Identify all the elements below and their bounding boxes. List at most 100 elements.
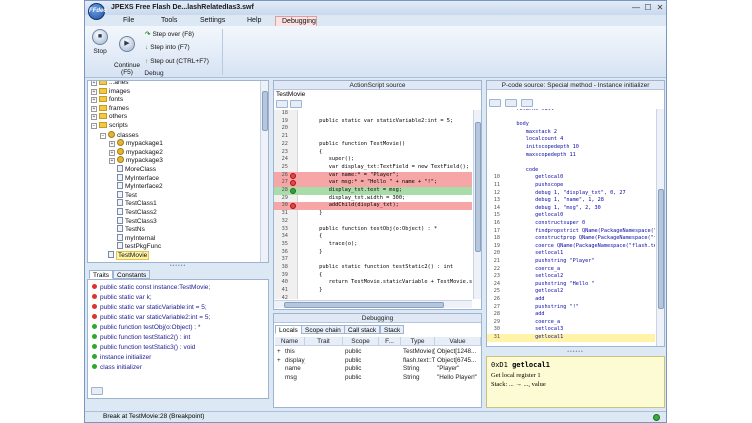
pcode-line[interactable]: 23 setlocal2	[487, 273, 655, 281]
actionscript-editor[interactable]: 18 19 public static var staticVariable2:i…	[274, 110, 472, 299]
tree-item[interactable]: + frames	[91, 104, 129, 114]
tab-constants[interactable]: Constants	[113, 270, 151, 279]
breakpoint-icon[interactable]	[290, 172, 296, 179]
pcode-line[interactable]: maxstack 2	[487, 129, 655, 137]
tree-scrollbar[interactable]	[260, 81, 268, 262]
step-over-button[interactable]: ↷ Step over (F8)	[145, 30, 194, 38]
tree-item[interactable]: Test	[109, 190, 137, 200]
tree-item[interactable]: + images	[91, 87, 130, 97]
stop-button[interactable]: ■ Stop	[86, 29, 114, 55]
pcode-line[interactable]: 16 constructsuper 0	[487, 220, 655, 228]
breakpoint-icon[interactable]	[290, 180, 296, 187]
minimize-button[interactable]: —	[631, 3, 641, 13]
pcode-line[interactable]: 13 debug 1, "name", 1, 28	[487, 197, 655, 205]
breakpoint-icon[interactable]	[290, 203, 296, 210]
code-line[interactable]: 32	[274, 218, 472, 226]
code-line[interactable]: 18	[274, 110, 472, 118]
tree-item[interactable]: − classes	[100, 130, 139, 140]
grid-column-header[interactable]: Name	[275, 337, 305, 346]
pcode-line[interactable]: 17 findpropstrict QName(PackageNamespace…	[487, 228, 655, 236]
step-into-button[interactable]: ↓ Step into (F7)	[145, 44, 190, 51]
pcode-line[interactable]: 18 constructprop QName(PackageNamespace(…	[487, 235, 655, 243]
as-hscroll-thumb[interactable]	[284, 302, 444, 308]
code-line[interactable]: 34 {	[274, 233, 472, 241]
tree-item[interactable]: TestMovie	[100, 251, 150, 260]
pcode-line[interactable]: 11 pushscope	[487, 182, 655, 190]
tab-scope-chain[interactable]: Scope chain	[301, 325, 345, 334]
menu-settings[interactable]: Settings	[194, 16, 231, 26]
pcode-tool-icon-3[interactable]	[521, 99, 533, 107]
code-line[interactable]: 24 super();	[274, 156, 472, 164]
tree-item[interactable]: myInternal	[109, 233, 155, 243]
tree-item[interactable]: testPkgFunc	[109, 242, 161, 251]
tree-item[interactable]: + others	[91, 113, 127, 122]
code-line[interactable]: 42	[274, 295, 472, 299]
pcode-line[interactable]: 10 getlocal0	[487, 174, 655, 182]
pcode-line[interactable]	[487, 114, 655, 122]
tree-item[interactable]: + fonts	[91, 96, 123, 105]
pcode-line[interactable]: 28 add	[487, 311, 655, 319]
code-line[interactable]: 27 var msg:* = "Hello " + name + "!";	[274, 179, 472, 187]
grid-column-header[interactable]: Type	[401, 337, 435, 346]
code-line[interactable]: 33 public function testObj(o:Object) : *	[274, 226, 472, 234]
tree-item[interactable]: MyInterface	[109, 173, 159, 183]
code-line[interactable]: 35 trace(o);	[274, 241, 472, 249]
pcode-vscrollbar[interactable]	[656, 109, 664, 346]
tree-item[interactable]: TestNs	[109, 225, 145, 234]
trait-item[interactable]: class initializer	[92, 363, 142, 373]
as-tool-icon-1[interactable]	[276, 100, 288, 108]
trait-item[interactable]: public static var staticVariable:int = 5…	[92, 303, 207, 313]
pcode-line[interactable]: 30 setlocal3	[487, 326, 655, 334]
tree-item[interactable]: − scripts	[91, 122, 128, 131]
code-line[interactable]: 21	[274, 133, 472, 141]
as-tool-icon-2[interactable]	[290, 100, 302, 108]
row-expander-icon[interactable]: +	[277, 348, 283, 357]
code-line[interactable]: 25 var display_txt:TextField = new TextF…	[274, 164, 472, 172]
tree-splitter[interactable]: ••••••	[87, 264, 269, 269]
pcode-line[interactable]: 14 debug 1, "msg", 2, 30	[487, 205, 655, 213]
pcode-line[interactable]: initscopedepth 10	[487, 144, 655, 152]
code-line[interactable]: 28 display_txt.text = msg;	[274, 187, 472, 195]
code-line[interactable]: 41 }	[274, 287, 472, 295]
trait-item[interactable]: public static var staticVariable2:int = …	[92, 313, 210, 323]
tree-item[interactable]: TestClass1	[109, 199, 157, 208]
grid-column-header[interactable]: Value	[435, 337, 481, 346]
tree-item[interactable]: + mypackage3	[109, 156, 163, 165]
tree-scroll-thumb[interactable]	[262, 91, 268, 131]
pcode-line[interactable]: code	[487, 167, 655, 175]
tree-expander-icon[interactable]: +	[109, 149, 115, 156]
code-line[interactable]: 38 public static function testStatic2() …	[274, 264, 472, 272]
trait-item[interactable]: instance initializer	[92, 353, 151, 363]
tab-stack[interactable]: Stack	[380, 325, 405, 334]
trait-item[interactable]: public static const instance:TestMovie;	[92, 283, 210, 293]
code-line[interactable]: 39 {	[274, 272, 472, 280]
pcode-line[interactable]: 27 pushstring "!"	[487, 304, 655, 312]
code-line[interactable]: 37	[274, 256, 472, 264]
as-hscrollbar[interactable]	[274, 300, 472, 308]
tree-expander-icon[interactable]: +	[91, 97, 97, 104]
code-line[interactable]: 26 var name:* = "Player";	[274, 171, 472, 180]
pcode-tool-icon-2[interactable]	[505, 99, 517, 107]
pcode-line[interactable]: 29 coerce_a	[487, 319, 655, 327]
pcode-line[interactable]: 20 setlocal1	[487, 250, 655, 258]
tree-expander-icon[interactable]: +	[91, 88, 97, 95]
traits-tool-icon[interactable]	[91, 387, 103, 395]
code-line[interactable]: 31 }	[274, 210, 472, 218]
tree-expander-icon[interactable]: +	[91, 105, 97, 112]
pcode-tool-icon-1[interactable]	[489, 99, 501, 107]
pcode-line[interactable]: 12 debug 1, "display_txt", 0, 27	[487, 190, 655, 198]
pcode-line[interactable]: 22 coerce_a	[487, 266, 655, 274]
tree-item[interactable]: TestClass2	[109, 208, 157, 217]
code-line[interactable]: 19 public static var staticVariable2:int…	[274, 118, 472, 126]
pcode-line[interactable]: body	[487, 121, 655, 129]
trait-item[interactable]: public function testStatic2() : int	[92, 333, 190, 343]
maximize-button[interactable]: ☐	[643, 3, 653, 13]
grid-column-header[interactable]: Scope	[343, 337, 379, 346]
pcode-line[interactable]: 31 getlocal1	[487, 334, 655, 342]
code-line[interactable]: 29 display_txt.width = 300;	[274, 195, 472, 203]
pcode-line[interactable]: maxscopedepth 11	[487, 152, 655, 160]
code-line[interactable]: 23 {	[274, 149, 472, 157]
row-expander-icon[interactable]: +	[277, 357, 283, 366]
pcode-vscroll-thumb[interactable]	[658, 189, 664, 309]
pcode-splitter[interactable]: ••••••	[486, 350, 665, 355]
